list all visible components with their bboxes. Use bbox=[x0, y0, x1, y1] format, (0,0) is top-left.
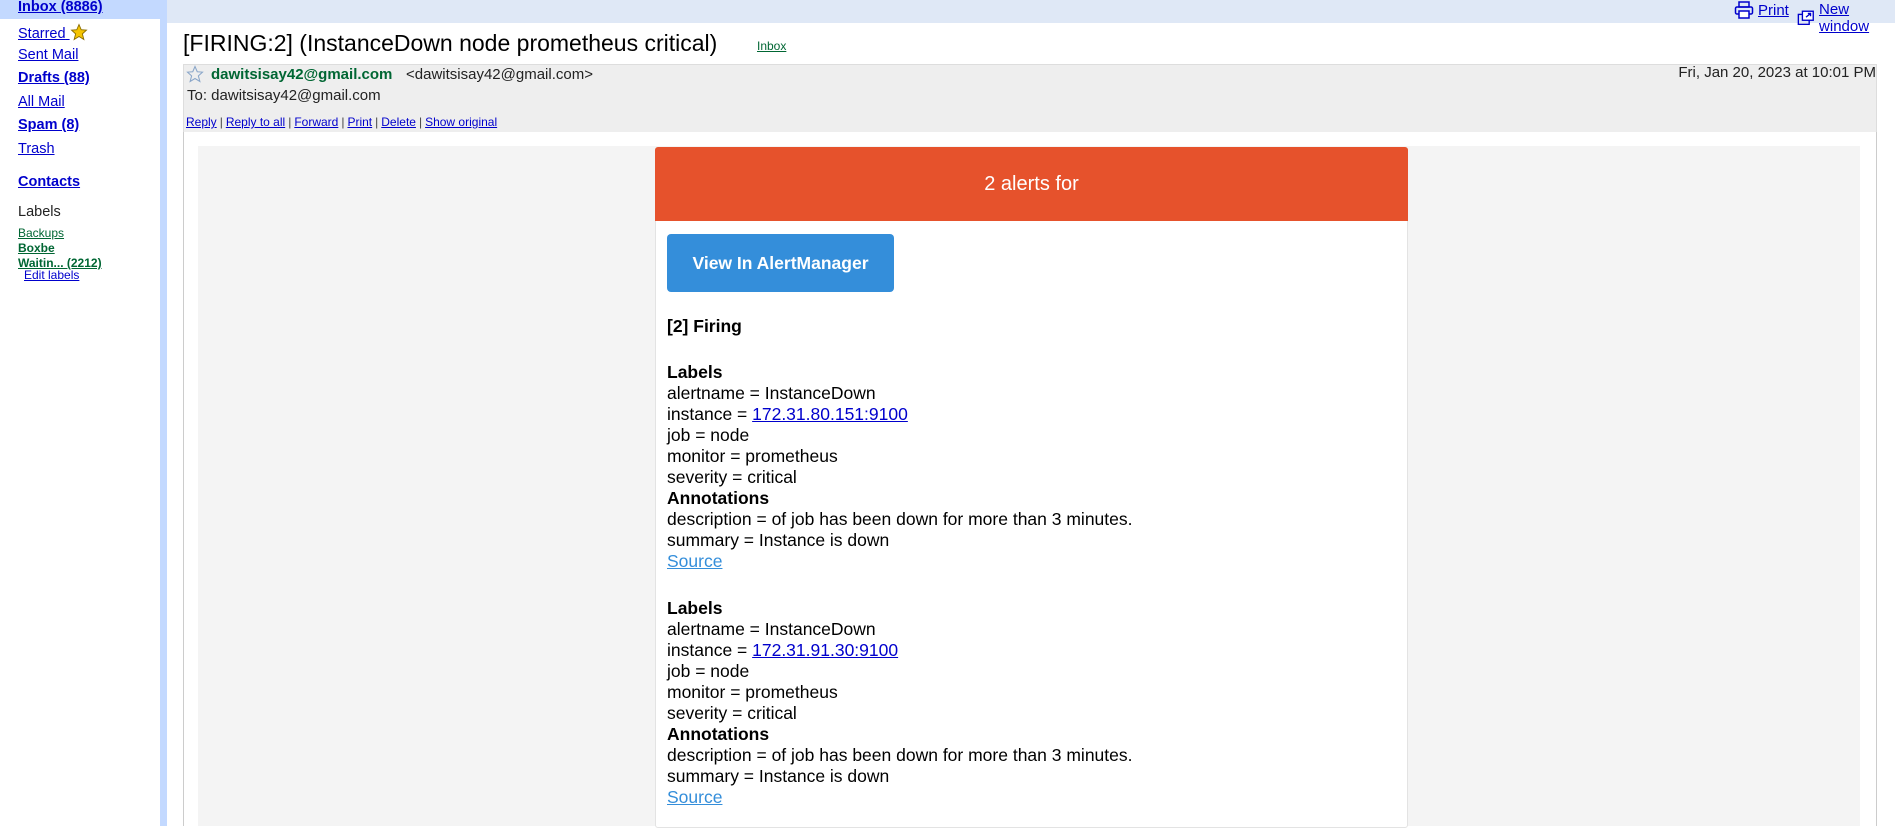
separator: | bbox=[341, 115, 345, 129]
inbox-label-tag[interactable]: Inbox bbox=[757, 39, 786, 53]
labels-heading: Labels bbox=[18, 204, 61, 220]
sidebar-item-starred[interactable]: Starred bbox=[18, 23, 88, 42]
label-instance: instance = 172.31.80.151:9100 bbox=[667, 404, 908, 425]
annotation-summary: summary = Instance is down bbox=[667, 766, 890, 786]
annotation-description: description = of job has been down for m… bbox=[667, 509, 1133, 529]
message-subject: [FIRING:2] (InstanceDown node prometheus… bbox=[183, 30, 718, 56]
instance-prefix: instance = bbox=[667, 404, 753, 424]
top-bar bbox=[167, 0, 1895, 23]
annotation-description: description = of job has been down for m… bbox=[667, 745, 1133, 765]
label-severity: severity = critical bbox=[667, 703, 797, 723]
new-window-button[interactable]: New window bbox=[1797, 1, 1895, 35]
new-window-icon bbox=[1797, 10, 1814, 25]
annotations-heading: Annotations bbox=[667, 724, 770, 744]
separator: | bbox=[418, 115, 423, 129]
message-actions: Reply | Reply to all | Forward | Print | Delete |… bbox=[186, 115, 497, 129]
sender-email: <dawitsisay42@gmail.com> bbox=[406, 66, 593, 83]
source-row: Source bbox=[667, 787, 722, 808]
instance-link[interactable]: 172.31.91.30:9100 bbox=[752, 640, 898, 660]
instance-prefix: instance = bbox=[667, 640, 753, 660]
print-link[interactable]: Print bbox=[347, 115, 372, 129]
show-original-link[interactable]: Show original bbox=[425, 115, 497, 129]
label-job: job = node bbox=[667, 661, 750, 681]
new-window-label: New window bbox=[1819, 1, 1870, 35]
recipient-line: To: dawitsisay42@gmail.com bbox=[187, 87, 381, 104]
sidebar-item-starred-label: Starred bbox=[18, 26, 66, 42]
message-date: Fri, Jan 20, 2023 at 10:01 PM bbox=[1678, 64, 1876, 81]
label-monitor: monitor = prometheus bbox=[667, 446, 838, 466]
sidebar-item-sent[interactable]: Sent Mail bbox=[18, 47, 78, 63]
sidebar-item-spam[interactable]: Spam (8) bbox=[18, 117, 79, 133]
reply-link[interactable]: Reply bbox=[186, 115, 217, 129]
label-severity: severity = critical bbox=[667, 467, 797, 487]
reply-all-link[interactable]: Reply to all bbox=[226, 115, 285, 129]
sidebar-item-contacts[interactable]: Contacts bbox=[18, 174, 80, 190]
labels-heading: Labels bbox=[667, 362, 723, 382]
sidebar: Inbox (8886) Starred Sent Mail Drafts (8… bbox=[0, 0, 165, 826]
star-icon bbox=[70, 23, 88, 41]
label-boxbe[interactable]: Boxbe bbox=[18, 241, 55, 255]
instance-link[interactable]: 172.31.80.151:9100 bbox=[752, 404, 908, 424]
source-link[interactable]: Source bbox=[667, 551, 722, 571]
forward-link[interactable]: Forward bbox=[294, 115, 338, 129]
source-link[interactable]: Source bbox=[667, 787, 722, 807]
print-label: Print bbox=[1758, 1, 1789, 19]
sidebar-item-inbox[interactable]: Inbox (8886) bbox=[18, 0, 103, 15]
separator: | bbox=[375, 115, 379, 129]
delete-link[interactable]: Delete bbox=[381, 115, 416, 129]
star-toggle-icon[interactable] bbox=[186, 65, 204, 83]
alert-header-text: 2 alerts for bbox=[984, 173, 1079, 195]
sidebar-item-trash[interactable]: Trash bbox=[18, 141, 55, 157]
label-instance: instance = 172.31.91.30:9100 bbox=[667, 640, 898, 661]
separator: | bbox=[288, 115, 292, 129]
separator: | bbox=[219, 115, 223, 129]
sender-name: dawitsisay42@gmail.com bbox=[211, 66, 393, 83]
annotations-heading: Annotations bbox=[667, 488, 770, 508]
edit-labels-link[interactable]: Edit labels bbox=[24, 268, 79, 282]
label-alertname: alertname = InstanceDown bbox=[667, 619, 876, 639]
sidebar-divider bbox=[160, 0, 167, 826]
annotation-summary: summary = Instance is down bbox=[667, 530, 890, 550]
firing-heading: [2] Firing bbox=[667, 316, 742, 336]
printer-icon bbox=[1734, 1, 1754, 19]
sidebar-item-all-mail[interactable]: All Mail bbox=[18, 94, 65, 110]
label-alertname: alertname = InstanceDown bbox=[667, 383, 876, 403]
label-monitor: monitor = prometheus bbox=[667, 682, 838, 702]
view-in-alertmanager-button[interactable]: View In AlertManager bbox=[667, 234, 894, 292]
label-job: job = node bbox=[667, 425, 750, 445]
labels-heading: Labels bbox=[667, 598, 723, 618]
print-button[interactable]: Print bbox=[1734, 1, 1789, 19]
label-backups[interactable]: Backups bbox=[18, 226, 64, 240]
source-row: Source bbox=[667, 551, 722, 572]
sidebar-item-drafts[interactable]: Drafts (88) bbox=[18, 70, 90, 86]
